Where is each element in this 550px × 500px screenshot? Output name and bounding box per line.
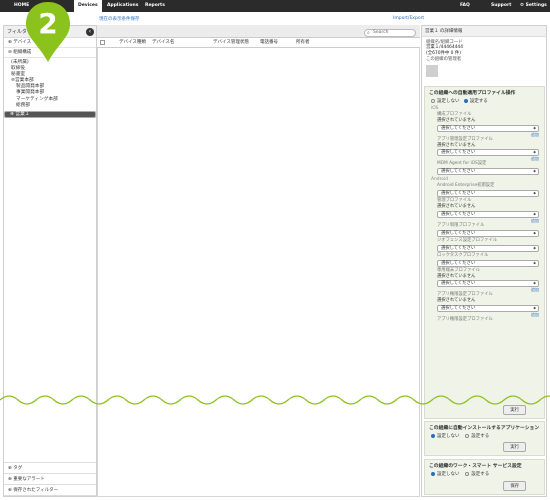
tree-item[interactable]: 総務部	[4, 103, 96, 109]
collapse-icon[interactable]: ‹	[86, 28, 94, 36]
app-restriction-field: アプリ制限プロファイル 選択してください	[425, 223, 544, 237]
mdm-agent-select[interactable]: 選択してください	[437, 168, 539, 175]
radio-selected-icon	[431, 471, 435, 476]
apps-radio-off[interactable]: 設定しない	[431, 433, 460, 439]
org-info: 組織名/組織コード 営業１/44464444 (全670件中 0 件) この組織…	[422, 37, 546, 82]
profile-settings-panel: この組織への自動適用プロファイル操作 設定しない 設定する iOS 構成プロファ…	[424, 86, 545, 419]
nav-settings[interactable]: ⚙ Settings	[520, 0, 548, 12]
col-owner[interactable]: 所有者	[296, 38, 310, 48]
nav-reports[interactable]: Reports	[145, 0, 165, 12]
col-mgmt-status[interactable]: デバイス管理状態	[213, 38, 249, 48]
apps-run-wrap: 実行	[503, 433, 526, 452]
app-permission-field-2: アプリ権限設定プロファイル	[437, 316, 493, 322]
radio-icon	[465, 433, 470, 438]
import-export-link[interactable]: Import/Export	[393, 16, 424, 21]
android-enterprise-select[interactable]: 選択してください	[437, 190, 539, 197]
sidebar-item-saved-filters[interactable]: ⊕ 保存されたフィルター	[4, 485, 96, 496]
radio-icon	[431, 98, 435, 103]
nav-faq[interactable]: FAQ	[460, 0, 470, 12]
select-all-checkbox[interactable]	[100, 40, 105, 45]
save-button-wrap: 保存	[503, 472, 526, 491]
mdm-agent-field: MDM Agent for iOS設定 選択してください	[425, 161, 544, 175]
radio-icon	[465, 471, 470, 476]
app-permission-field: アプリ権限設定プロファイル 選択されていません 選択してください 追加	[425, 292, 544, 317]
radio-on[interactable]: 設定する	[463, 98, 488, 104]
ios-app-config-select[interactable]: 選択してください	[437, 149, 539, 156]
ios-profile-select[interactable]: 選択してください	[437, 124, 539, 132]
col-phone[interactable]: 電話番号	[260, 38, 278, 48]
android-mgmt-profile-field: 管理プロファイル 選択されていません 選択してください 追加	[425, 198, 544, 223]
nav-devices[interactable]: Devices	[74, 0, 102, 12]
sidebar-item-tags[interactable]: ⊕ タグ	[4, 463, 96, 474]
geofence-field: ジオフェンス設定プロファイル 選択してください	[425, 238, 544, 252]
android-label: Android	[431, 177, 448, 182]
search-icon: ⌕	[367, 30, 370, 36]
android-mgmt-profile-select[interactable]: 選択してください	[437, 210, 539, 218]
sidebar-item-alerts[interactable]: ⊕ 重要なアラート	[4, 474, 96, 485]
locktask-select[interactable]: 選択してください	[437, 259, 539, 267]
avatar	[426, 64, 438, 77]
dedicated-device-field: 専用端末プロファイル 選択されていません 選択してください 追加	[425, 268, 544, 293]
detail-title: 営業１ の詳細情報	[422, 26, 546, 37]
radio-selected-icon	[463, 98, 468, 103]
locktask-field: ロックタスクプロファイル 選択してください	[425, 253, 544, 267]
app-install-panel: この組織に自動インストールするアプリケーション 設定しない 設定する 実行	[424, 421, 545, 456]
work-radio-on[interactable]: 設定する	[465, 471, 489, 477]
org-tree: (未所属) 取締役 秘書室 ⊖営業本部 製品開発本部 事業開発本部 マーケティン…	[4, 58, 96, 118]
radio-off[interactable]: 設定しない	[431, 98, 460, 104]
profile-radio-group: 設定しない 設定する	[425, 98, 544, 105]
dedicated-device-select[interactable]: 選択してください	[437, 280, 539, 287]
search-placeholder: Search	[373, 30, 389, 35]
apps-radio-on[interactable]: 設定する	[465, 433, 489, 439]
sidebar: フィルタ ‹ ⊕ デバイス ⊖ 組織構成 (未所属) 取締役 秘書室 ⊖営業本部…	[3, 25, 97, 497]
work-smart-panel: この組織のワーク・スマート サービス設定 設定しない 設定する 保存	[424, 459, 545, 495]
apps-radio-group: 設定しない 設定する	[425, 433, 544, 440]
app-restriction-select[interactable]: 選択してください	[437, 229, 539, 237]
search-input[interactable]: ⌕ Search	[364, 29, 416, 37]
wave-divider-icon	[0, 395, 550, 405]
work-radio-off[interactable]: 設定しない	[431, 471, 460, 477]
tree-item-selected[interactable]: ⊕ 営業１	[4, 110, 96, 118]
radio-selected-icon	[431, 433, 435, 438]
step-number: 2	[38, 7, 58, 40]
ios-profile-field: 構成プロファイル 選択されていません 選択してください 追加	[425, 112, 544, 137]
save-view-link[interactable]: 現在の表示条件保存	[99, 16, 140, 22]
col-device-type[interactable]: デバイス種類	[119, 38, 146, 48]
nav-applications[interactable]: Applications	[107, 0, 138, 12]
step-badge: 2	[26, 2, 70, 62]
device-table-body	[97, 48, 420, 497]
sidebar-footer: ⊕ タグ ⊕ 重要なアラート ⊕ 保存されたフィルター	[4, 462, 96, 496]
col-device-name[interactable]: デバイス名	[152, 38, 174, 48]
geofence-select[interactable]: 選択してください	[437, 244, 539, 252]
app-permission-select[interactable]: 選択してください	[437, 304, 539, 312]
save-button[interactable]: 保存	[503, 481, 526, 491]
nav-support[interactable]: Support	[491, 0, 511, 12]
android-enterprise-field: Android Enterprise初期設定 選択してください	[425, 183, 544, 197]
apps-run-button[interactable]: 実行	[503, 442, 526, 452]
device-table-header: デバイス種類 デバイス名 デバイス管理状態 電話番号 所有者	[97, 38, 420, 48]
top-nav: HOME Devices Applications Reports FAQ Su…	[0, 0, 550, 12]
ios-label: iOS	[431, 106, 439, 111]
work-radio-group: 設定しない 設定する	[425, 471, 544, 478]
ios-app-config-field: アプリ管理設定プロファイル 選択されていません 選択してください 追加	[425, 137, 544, 162]
